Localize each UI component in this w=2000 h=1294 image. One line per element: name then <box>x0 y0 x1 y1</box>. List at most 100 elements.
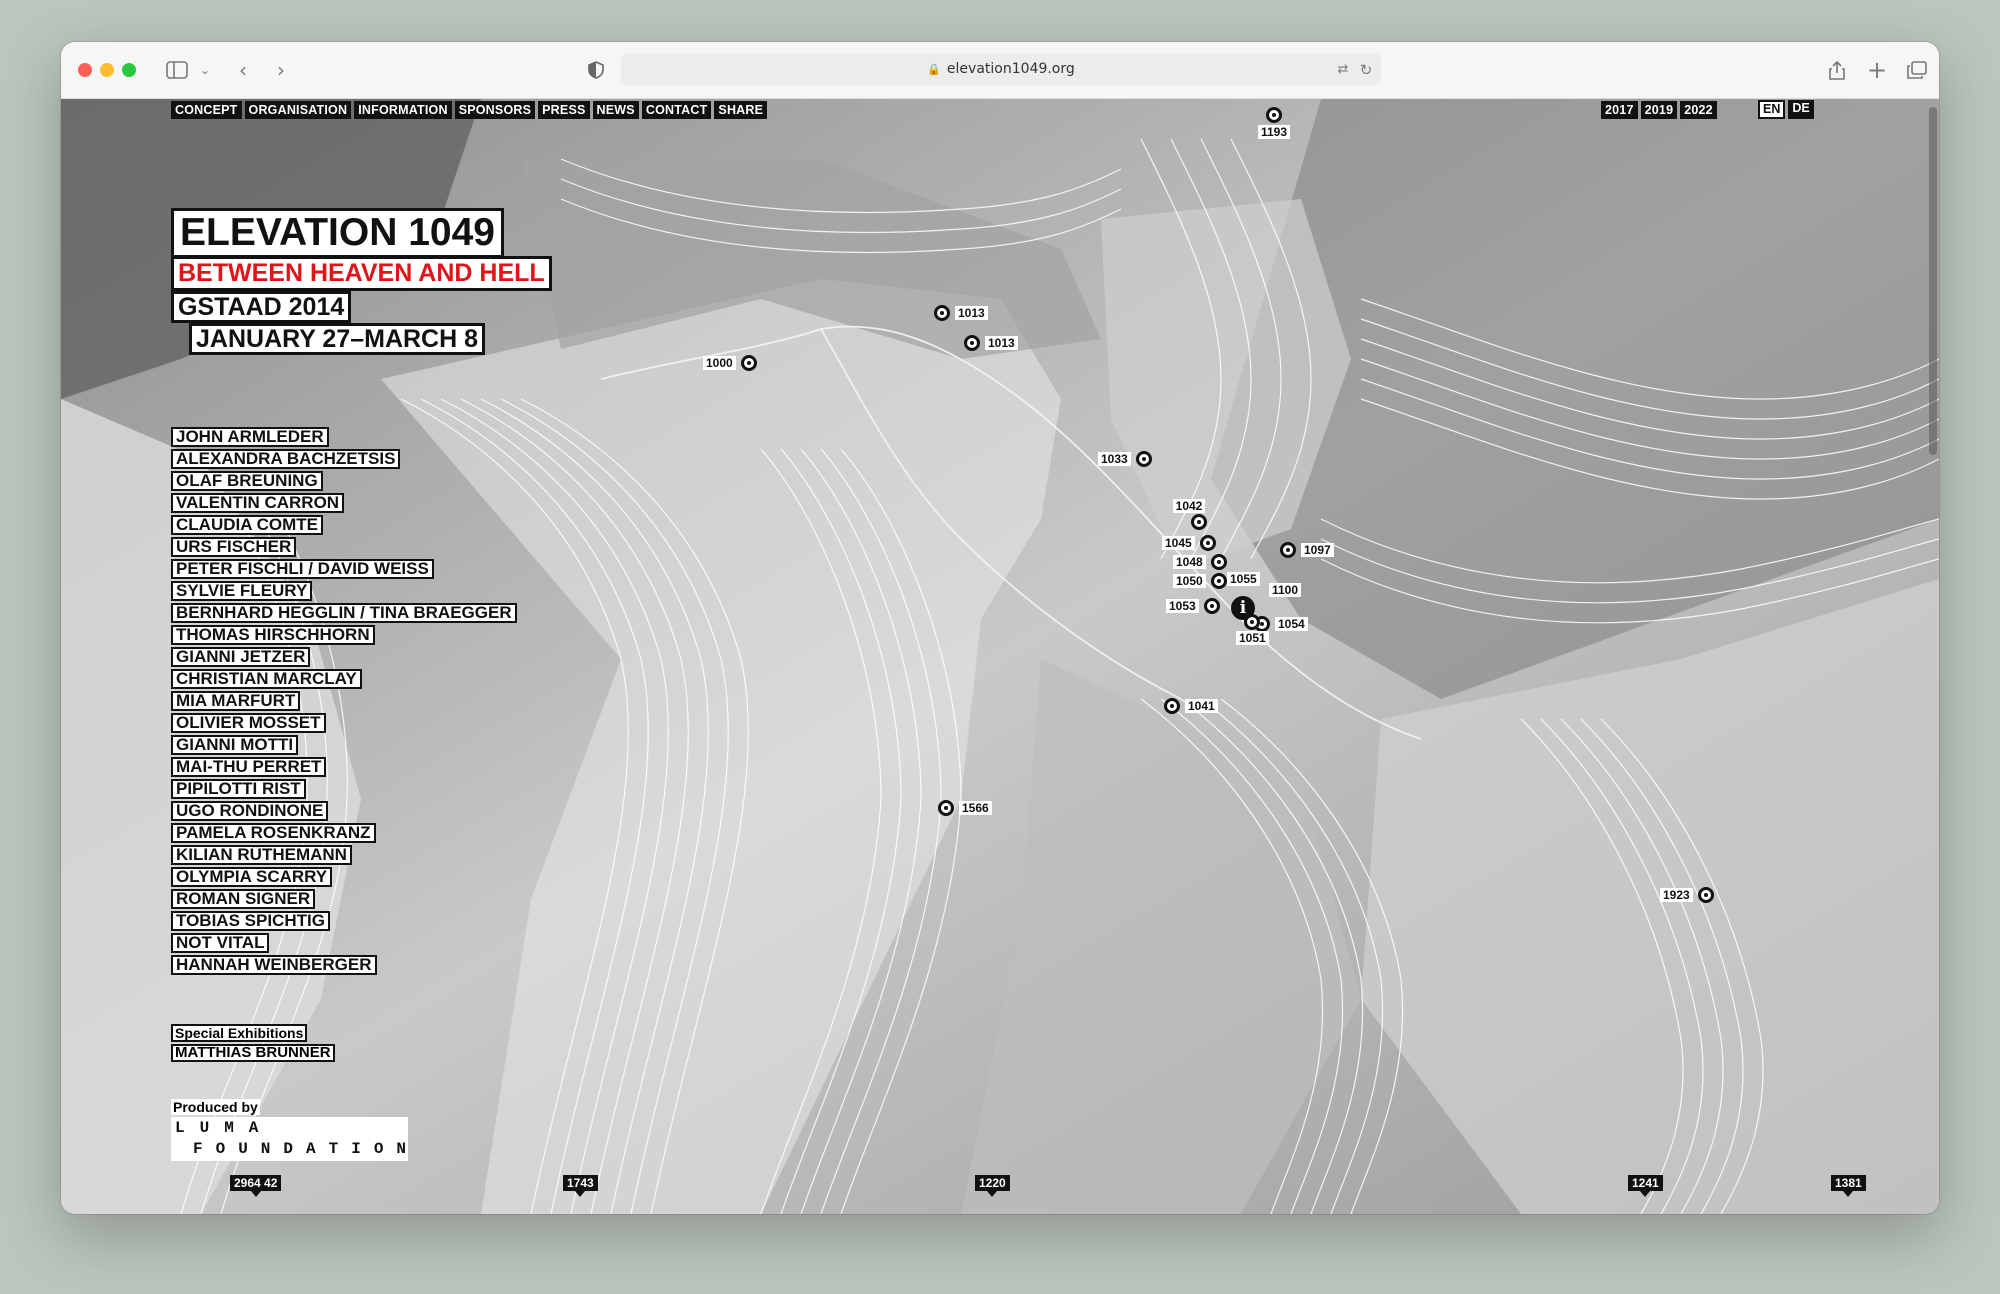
logo-line-2: FOUNDATION <box>193 1140 420 1158</box>
map-marker[interactable]: 1045 <box>1162 535 1216 551</box>
map-marker[interactable]: 1100 <box>1269 583 1302 597</box>
elevation-tag[interactable]: 1743 <box>563 1175 598 1197</box>
nav-organisation[interactable]: ORGANISATION <box>244 101 352 119</box>
artist-link[interactable]: NOT VITAL <box>171 933 270 953</box>
artist-link[interactable]: VALENTIN CARRON <box>171 493 345 513</box>
map-marker[interactable]: 1000 <box>703 355 757 371</box>
special-exhibition-link[interactable]: MATTHIAS BRUNNER <box>171 1044 335 1062</box>
chevron-down-icon[interactable]: ⌄ <box>191 56 219 84</box>
back-button[interactable]: ‹ <box>229 56 257 84</box>
location-pin-icon <box>934 305 950 321</box>
nav-sponsors[interactable]: SPONSORS <box>454 101 536 119</box>
location-pin-icon <box>1210 554 1227 570</box>
nav-contact[interactable]: CONTACT <box>641 101 712 119</box>
location-pin-icon <box>1280 542 1296 558</box>
elevation-tag[interactable]: 1241 <box>1628 1175 1663 1197</box>
artist-link[interactable]: UGO RONDINONE <box>171 801 329 821</box>
share-icon[interactable] <box>1823 56 1851 84</box>
map-marker[interactable]: 1041 <box>1164 698 1218 714</box>
logo-line-1: LUMA <box>175 1119 274 1137</box>
artist-link[interactable]: GIANNI JETZER <box>171 647 311 667</box>
nav-concept[interactable]: CONCEPT <box>171 101 242 119</box>
main-nav: CONCEPT ORGANISATION INFORMATION SPONSOR… <box>171 101 768 119</box>
artist-link[interactable]: KILIAN RÜTHEMANN <box>171 845 352 865</box>
elevation-tag[interactable]: 1220 <box>975 1175 1010 1197</box>
map-marker[interactable]: 1013 <box>934 305 988 321</box>
location-pin-icon <box>1697 887 1714 903</box>
artist-link[interactable]: GIANNI MOTTI <box>171 735 299 755</box>
forward-button[interactable]: › <box>267 56 295 84</box>
luma-foundation-logo[interactable]: LUMA FOUNDATION <box>171 1117 408 1161</box>
artist-link[interactable]: SYLVIE FLEURY <box>171 581 313 601</box>
artist-link[interactable]: ROMAN SIGNER <box>171 889 316 909</box>
reload-icon[interactable]: ↻ <box>1352 56 1380 84</box>
info-icon[interactable]: i <box>1231 596 1255 620</box>
artist-link[interactable]: PAMELA ROSENKRANZ <box>171 823 376 843</box>
lang-de-button[interactable]: DE <box>1788 100 1814 119</box>
year-2022-link[interactable]: 2022 <box>1680 101 1717 119</box>
location-pin-icon <box>1266 107 1283 123</box>
artist-link[interactable]: THOMAS HIRSCHHORN <box>171 625 375 645</box>
new-tab-icon[interactable]: + <box>1863 56 1891 84</box>
sidebar-toggle-icon[interactable] <box>163 56 191 84</box>
year-2017-link[interactable]: 2017 <box>1601 101 1638 119</box>
artist-link[interactable]: CHRISTIAN MARCLAY <box>171 669 362 689</box>
artist-link[interactable]: PIPILOTTI RIST <box>171 779 306 799</box>
event-location: GSTAAD 2014 <box>171 291 352 323</box>
page-viewport: CONCEPT ORGANISATION INFORMATION SPONSOR… <box>61 99 1939 1214</box>
artist-link[interactable]: BERNHARD HEGGLIN / TINA BRAEGGER <box>171 603 517 623</box>
event-dates: JANUARY 27–MARCH 8 <box>189 323 486 355</box>
produced-by: Produced by <box>171 1099 260 1115</box>
map-marker[interactable]: 1033 <box>1098 451 1152 467</box>
artist-link[interactable]: OLIVIER MOSSET <box>171 713 326 733</box>
nav-news[interactable]: NEWS <box>592 101 639 119</box>
map-marker[interactable]: 1048 <box>1173 554 1227 570</box>
artist-link[interactable]: JOHN ARMLEDER <box>171 427 329 447</box>
artist-link[interactable]: TOBIAS SPICHTIG <box>171 911 330 931</box>
lang-en-button[interactable]: EN <box>1758 100 1786 119</box>
map-marker[interactable]: 1923 <box>1660 887 1714 903</box>
artist-link[interactable]: URS FISCHER <box>171 537 297 557</box>
location-pin-icon <box>938 800 954 816</box>
artist-link[interactable]: ALEXANDRA BACHZETSIS <box>171 449 401 469</box>
location-pin-icon <box>964 335 980 351</box>
artist-link[interactable]: MAI-THU PERRET <box>171 757 327 777</box>
year-2019-link[interactable]: 2019 <box>1640 101 1678 119</box>
location-pin-icon <box>740 355 757 371</box>
url-text: elevation1049.org <box>946 61 1075 77</box>
address-bar[interactable]: 🔒 elevation1049.org <box>621 53 1381 85</box>
artist-link[interactable]: OLAF BREUNING <box>171 471 323 491</box>
artist-link[interactable]: CLAUDIA COMTE <box>171 515 323 535</box>
artist-link[interactable]: HANNAH WEINBERGER <box>171 955 377 975</box>
location-pin-icon <box>1164 698 1180 714</box>
special-exhibitions: Special Exhibitions MATTHIAS BRUNNER <box>171 1024 335 1062</box>
lock-icon: 🔒 <box>927 62 941 76</box>
map-marker[interactable]: 1193 <box>1258 107 1291 139</box>
elevation-tag[interactable]: 2964 42 <box>230 1175 282 1197</box>
map-marker[interactable]: 1055 <box>1227 572 1260 586</box>
privacy-shield-icon[interactable] <box>582 56 610 84</box>
elevation-tag[interactable]: 1381 <box>1831 1175 1866 1197</box>
map-marker[interactable]: 1042 <box>1171 499 1207 530</box>
artist-link[interactable]: PETER FISCHLI / DAVID WEISS <box>171 559 434 579</box>
page-scrollbar[interactable] <box>1929 107 1937 455</box>
year-nav: 2017 2019 2022 <box>1601 101 1717 119</box>
artist-list: JOHN ARMLEDER ALEXANDRA BACHZETSIS OLAF … <box>171 427 517 977</box>
zoom-window-button[interactable] <box>122 63 136 77</box>
minimize-window-button[interactable] <box>100 63 114 77</box>
nav-information[interactable]: INFORMATION <box>354 101 452 119</box>
close-window-button[interactable] <box>78 63 92 77</box>
nav-share[interactable]: SHARE <box>714 101 768 119</box>
browser-toolbar: ⌄ ‹ › 🔒 elevation1049.org ⇄ ↻ + <box>61 42 1939 99</box>
map-marker[interactable]: 1013 <box>964 335 1018 351</box>
nav-press[interactable]: PRESS <box>538 101 590 119</box>
map-marker[interactable]: 1566 <box>938 800 992 816</box>
location-pin-icon <box>1203 598 1220 614</box>
browser-window: ⌄ ‹ › 🔒 elevation1049.org ⇄ ↻ + CONCEPT … <box>61 42 1939 1214</box>
map-marker[interactable]: 1097 <box>1280 542 1334 558</box>
artist-link[interactable]: OLYMPIA SCARRY <box>171 867 333 887</box>
artist-link[interactable]: MIA MARFURT <box>171 691 301 711</box>
map-marker[interactable]: 1050 <box>1173 573 1227 589</box>
map-marker[interactable]: 1053 <box>1166 598 1220 614</box>
tab-overview-icon[interactable] <box>1903 56 1931 84</box>
